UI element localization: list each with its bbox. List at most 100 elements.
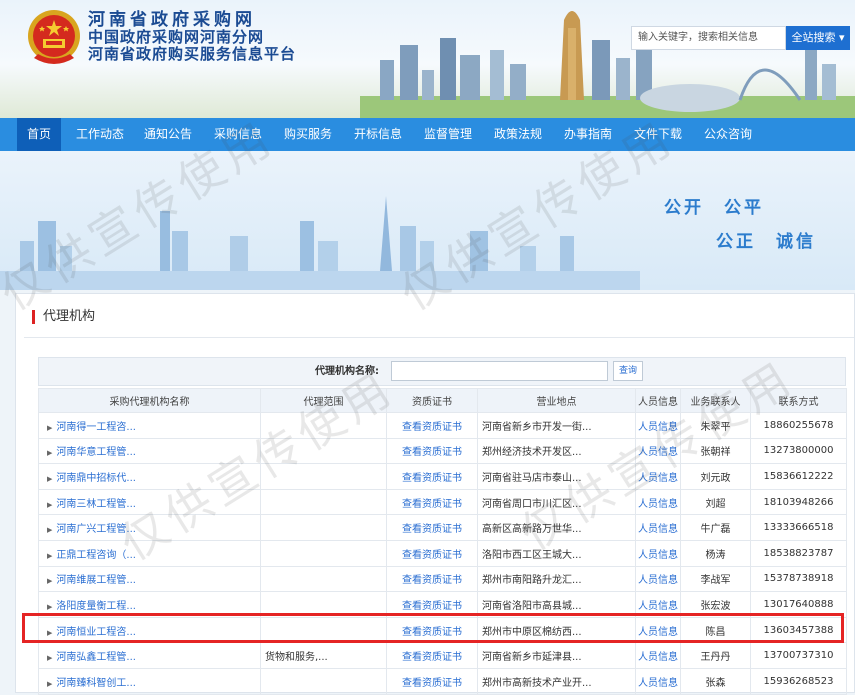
agency-name-link[interactable]: ▶ 河南弘鑫工程管... [38,642,261,669]
agency-name-text[interactable]: 河南鼎中招标代... [56,473,136,484]
agency-location: 郑州市中原区棉纺西... [477,616,636,644]
view-certificate-link[interactable]: 查看资质证书 [386,463,478,490]
row-arrow-icon: ▶ [47,577,53,586]
view-certificate-link[interactable]: 查看资质证书 [386,591,478,618]
agency-name-text[interactable]: 河南得一工程咨... [56,422,136,433]
contact-person: 李战军 [680,565,751,593]
table-row: ▶ 洛阳度量衡工程... 查看资质证书 河南省洛阳市高县城... 人员信息 张宏波… [38,591,847,618]
staff-info-link[interactable]: 人员信息 [635,667,681,695]
panel-title-divider [24,337,854,338]
agency-name-link[interactable]: ▶ 河南广兴工程管... [38,514,261,541]
table-row-highlighted: ▶ 河南恒业工程咨... 查看资质证书 郑州市中原区棉纺西... 人员信息 陈昌 … [38,616,847,644]
agency-name-link[interactable]: ▶ 洛阳度量衡工程... [38,591,261,618]
contact-phone: 13700737310 [750,642,847,669]
nav-item-notices[interactable]: 通知公告 [144,118,192,151]
agency-name-text[interactable]: 河南恒业工程咨... [56,627,136,638]
nav-item-procurement-info[interactable]: 采购信息 [214,118,262,151]
table-row: ▶ 河南维展工程管... 查看资质证书 郑州市南阳路升龙汇... 人员信息 李战军… [38,565,847,593]
query-button[interactable]: 查询 [613,361,643,381]
nav-item-policies[interactable]: 政策法规 [494,118,542,151]
staff-info-link[interactable]: 人员信息 [635,642,681,669]
agency-location: 河南省周口市川汇区... [477,488,636,516]
agency-name-link[interactable]: ▶ 河南三林工程管... [38,488,261,516]
row-arrow-icon: ▶ [47,551,53,560]
staff-info-link[interactable]: 人员信息 [635,437,681,465]
staff-info-link[interactable]: 人员信息 [635,616,681,644]
staff-info-link[interactable]: 人员信息 [635,412,681,439]
agency-name-link[interactable]: ▶ 河南臻科智创工... [38,667,261,695]
agency-name-text[interactable]: 河南弘鑫工程管... [56,652,136,663]
contact-person: 张宏波 [680,591,751,618]
agency-name-text[interactable]: 洛阳度量衡工程... [56,601,136,612]
site-search-button[interactable]: 全站搜索 ▾ [786,26,850,50]
city-skyline-illustration [360,11,855,118]
site-header: 河南省政府采购网 中国政府采购网河南分网 河南省政府购买服务信息平台 输入关键字… [0,0,855,118]
view-certificate-link[interactable]: 查看资质证书 [386,539,478,567]
view-certificate-link[interactable]: 查看资质证书 [386,616,478,644]
site-title-tertiary: 河南省政府购买服务信息平台 [88,45,297,63]
row-arrow-icon: ▶ [47,602,53,611]
agency-name-link[interactable]: ▶ 河南鼎中招标代... [38,463,261,490]
view-certificate-link[interactable]: 查看资质证书 [386,437,478,465]
row-arrow-icon: ▶ [47,628,53,637]
agency-scope [260,565,387,593]
view-certificate-link[interactable]: 查看资质证书 [386,667,478,695]
nav-item-downloads[interactable]: 文件下载 [634,118,682,151]
agency-scope [260,616,387,644]
view-certificate-link[interactable]: 查看资质证书 [386,412,478,439]
agency-scope [260,488,387,516]
agency-location: 河南省洛阳市高县城... [477,591,636,618]
view-certificate-link[interactable]: 查看资质证书 [386,514,478,541]
agency-name-link[interactable]: ▶ 河南维展工程管... [38,565,261,593]
site-search-input[interactable]: 输入关键字，搜索相关信息 [631,26,786,50]
contact-phone: 15378738918 [750,565,847,593]
agency-table: 采购代理机构名称 代理范围 资质证书 营业地点 人员信息 业务联系人 联系方式 … [38,388,847,695]
agency-scope [260,437,387,465]
staff-info-link[interactable]: 人员信息 [635,565,681,593]
agency-name-text[interactable]: 河南华意工程管... [56,447,136,458]
agency-name-label: 代理机构名称: [315,366,379,377]
agency-name-link[interactable]: ▶ 河南恒业工程咨... [38,616,261,644]
agency-scope [260,667,387,695]
agency-name-input[interactable] [391,361,608,381]
table-row: ▶ 正鼎工程咨询（... 查看资质证书 洛阳市西工区王城大... 人员信息 杨涛 … [38,539,847,567]
agency-name-text[interactable]: 河南维展工程管... [56,575,136,586]
agency-scope [260,591,387,618]
agency-name-text[interactable]: 河南广兴工程管... [56,524,136,535]
agency-name-text[interactable]: 河南三林工程管... [56,499,136,510]
agency-name-text[interactable]: 正鼎工程咨询（... [56,550,136,561]
staff-info-link[interactable]: 人员信息 [635,539,681,567]
table-row: ▶ 河南华意工程管... 查看资质证书 郑州经济技术开发区... 人员信息 张朝祥… [38,437,847,465]
nav-item-work-news[interactable]: 工作动态 [76,118,124,151]
agency-location: 郑州市南阳路升龙汇... [477,565,636,593]
agency-location: 高新区高新路万世华... [477,514,636,541]
agency-name-link[interactable]: ▶ 河南得一工程咨... [38,412,261,439]
nav-item-home[interactable]: 首页 [17,118,61,151]
staff-info-link[interactable]: 人员信息 [635,591,681,618]
table-row: ▶ 河南三林工程管... 查看资质证书 河南省周口市川汇区... 人员信息 刘超 … [38,488,847,516]
contact-phone: 18103948266 [750,488,847,516]
col-header-location: 营业地点 [477,388,636,413]
view-certificate-link[interactable]: 查看资质证书 [386,565,478,593]
agency-name-link[interactable]: ▶ 河南华意工程管... [38,437,261,465]
site-titles: 河南省政府采购网 中国政府采购网河南分网 河南省政府购买服务信息平台 [88,12,296,63]
nav-item-purchase-services[interactable]: 购买服务 [284,118,332,151]
agency-name-link[interactable]: ▶ 正鼎工程咨询（... [38,539,261,567]
col-header-contact: 业务联系人 [680,388,751,413]
nav-item-bid-opening[interactable]: 开标信息 [354,118,402,151]
staff-info-link[interactable]: 人员信息 [635,463,681,490]
contact-phone: 13603457388 [750,616,847,644]
agency-scope [260,539,387,567]
nav-item-guide[interactable]: 办事指南 [564,118,612,151]
nav-item-public-consult[interactable]: 公众咨询 [704,118,752,151]
nav-item-supervision[interactable]: 监督管理 [424,118,472,151]
contact-phone: 15836612222 [750,463,847,490]
view-certificate-link[interactable]: 查看资质证书 [386,488,478,516]
agency-name-text[interactable]: 河南臻科智创工... [56,678,136,689]
agency-location: 郑州市高新技术产业开... [477,667,636,695]
staff-info-link[interactable]: 人员信息 [635,514,681,541]
table-header-row: 采购代理机构名称 代理范围 资质证书 营业地点 人员信息 业务联系人 联系方式 [38,388,847,413]
staff-info-link[interactable]: 人员信息 [635,488,681,516]
view-certificate-link[interactable]: 查看资质证书 [386,642,478,669]
table-row: ▶ 河南得一工程咨... 查看资质证书 河南省新乡市开发一街... 人员信息 朱翠… [38,412,847,439]
